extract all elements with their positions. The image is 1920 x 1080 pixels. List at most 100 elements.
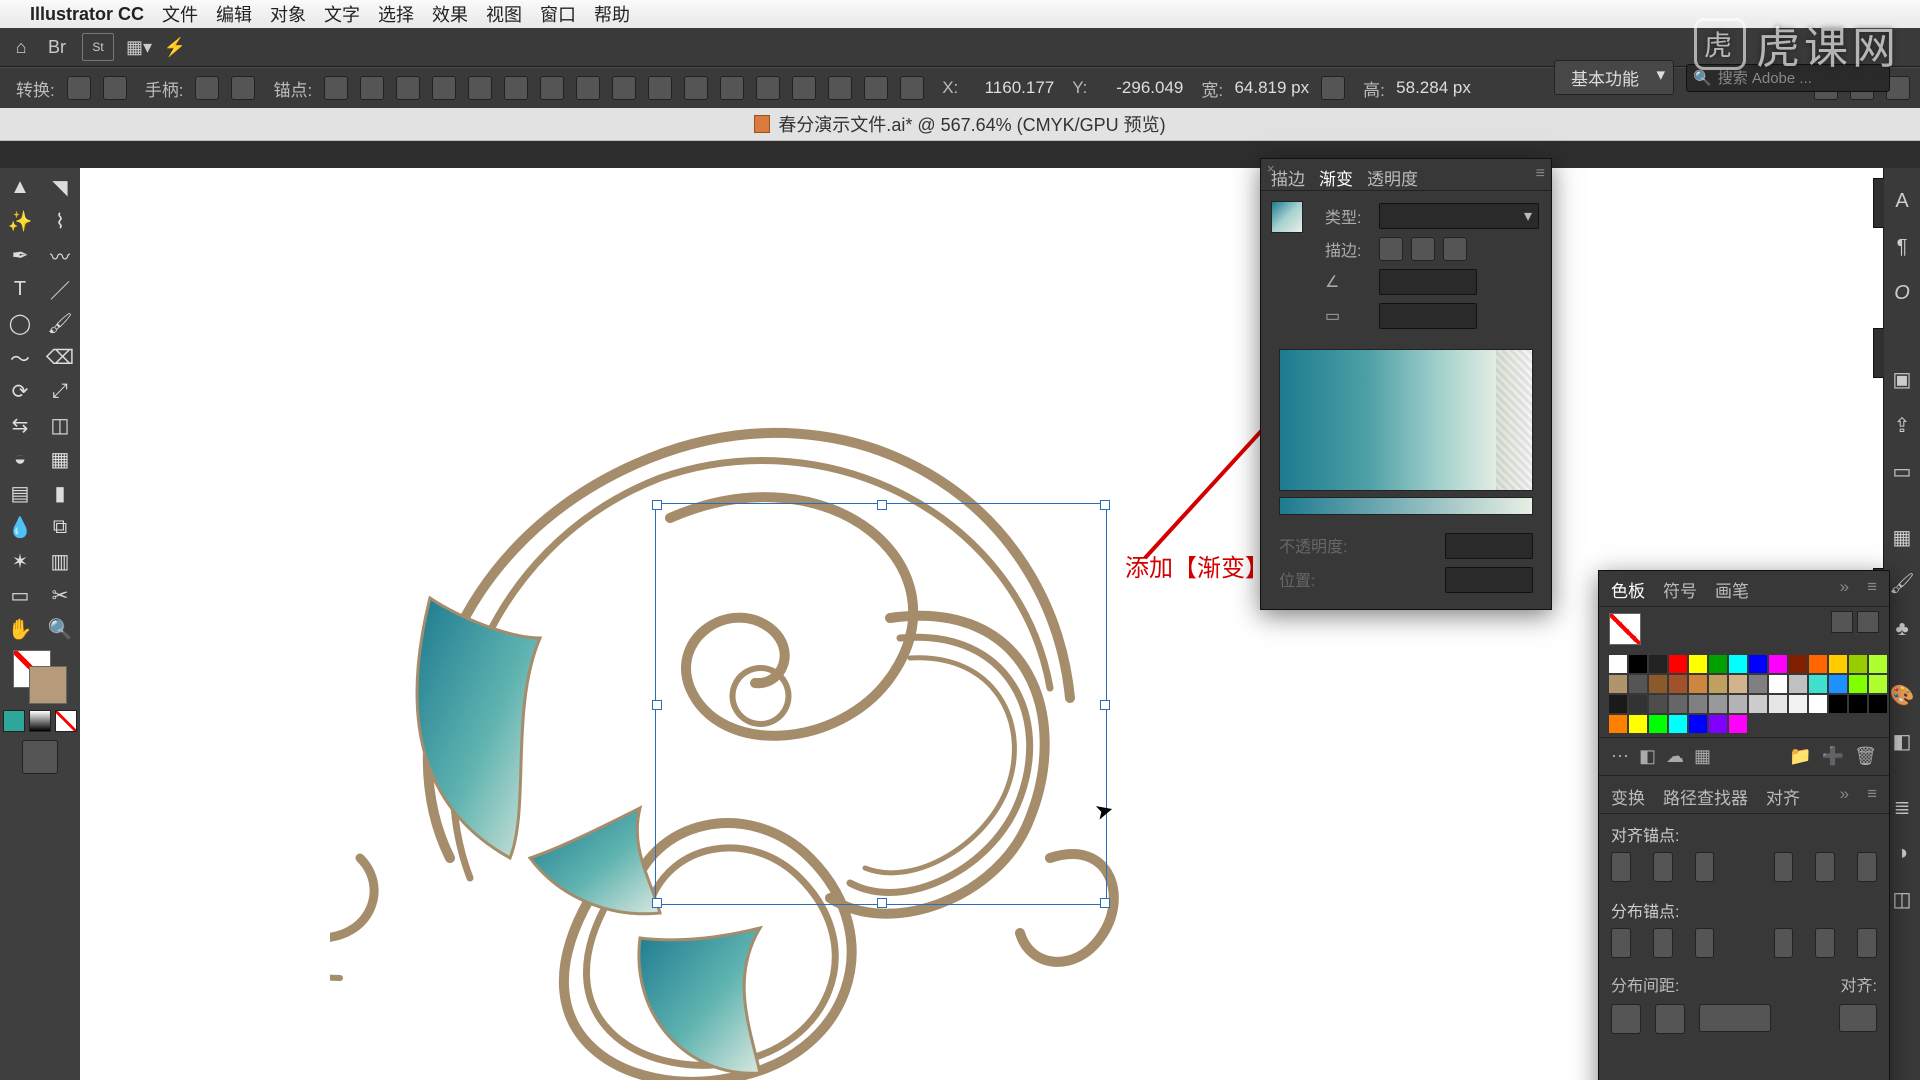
swatch-color[interactable] bbox=[1689, 695, 1707, 713]
swatches-expand-icon[interactable]: » bbox=[1840, 577, 1849, 602]
brush-tool-icon[interactable]: 🖌 bbox=[42, 308, 78, 338]
swatch-color[interactable] bbox=[1629, 675, 1647, 693]
eraser-tool-icon[interactable]: ⌫ bbox=[42, 342, 78, 372]
gradient-preview-large[interactable] bbox=[1279, 349, 1533, 491]
zoom-tool-icon[interactable]: 🔍 bbox=[42, 614, 78, 644]
swatch-color[interactable] bbox=[1609, 675, 1627, 693]
gradient-location-input[interactable] bbox=[1445, 567, 1533, 593]
width-tool-icon[interactable]: ⇆ bbox=[2, 410, 38, 440]
graphic-styles-dock-icon[interactable]: ◫ bbox=[1889, 886, 1915, 912]
swatch-color[interactable] bbox=[1849, 675, 1867, 693]
swatch-color[interactable] bbox=[1769, 695, 1787, 713]
align-menu-icon[interactable]: ≡ bbox=[1867, 784, 1877, 809]
swatch-color[interactable] bbox=[1649, 655, 1667, 673]
swatch-color[interactable] bbox=[1609, 655, 1627, 673]
brushes-dock-icon[interactable]: 🖌 bbox=[1889, 570, 1915, 596]
swatch-color[interactable] bbox=[1729, 715, 1747, 733]
swatch-color[interactable] bbox=[1869, 695, 1887, 713]
pixel-grid-icon[interactable] bbox=[432, 76, 456, 100]
line-tool-icon[interactable]: ／ bbox=[42, 274, 78, 304]
align-m-icon[interactable] bbox=[612, 76, 636, 100]
opentype-panel-icon[interactable]: O bbox=[1889, 280, 1915, 306]
swatch-color[interactable] bbox=[1709, 715, 1727, 733]
dist-space-value[interactable] bbox=[1699, 1004, 1771, 1032]
swatch-color[interactable] bbox=[1709, 655, 1727, 673]
gradient-angle-input[interactable] bbox=[1379, 269, 1477, 295]
color-dock-icon[interactable]: 🎨 bbox=[1889, 682, 1915, 708]
handle1-icon[interactable] bbox=[195, 76, 219, 100]
artboards-panel-icon[interactable]: ▭ bbox=[1889, 458, 1915, 484]
align-hcenter-icon[interactable] bbox=[1653, 852, 1673, 882]
swatch-color[interactable] bbox=[1829, 655, 1847, 673]
selection-tool-icon[interactable]: ▲ bbox=[2, 172, 38, 202]
swatch-color[interactable] bbox=[1629, 695, 1647, 713]
curvature-tool-icon[interactable]: 〰 bbox=[42, 240, 78, 270]
gradient-preview-swatch[interactable] bbox=[1271, 201, 1303, 233]
tab-symbols[interactable]: 符号 bbox=[1663, 577, 1697, 602]
swatch-color[interactable] bbox=[1669, 695, 1687, 713]
gradient-aspect-input[interactable] bbox=[1379, 303, 1477, 329]
swatch-color[interactable] bbox=[1709, 675, 1727, 693]
swatch-color[interactable] bbox=[1689, 675, 1707, 693]
gradient-tool-icon[interactable]: ▮ bbox=[42, 478, 78, 508]
swatch-color[interactable] bbox=[1669, 715, 1687, 733]
swatch-none[interactable] bbox=[55, 710, 77, 732]
y-value[interactable]: -296.049 bbox=[1093, 78, 1183, 98]
color-guide-dock-icon[interactable]: ◧ bbox=[1889, 728, 1915, 754]
swatch-color[interactable] bbox=[1669, 655, 1687, 673]
menu-select[interactable]: 选择 bbox=[378, 1, 414, 27]
dist-h3-icon[interactable] bbox=[756, 76, 780, 100]
swatch-new-icon[interactable]: ➕ bbox=[1822, 746, 1844, 767]
swatch-color[interactable] bbox=[1809, 675, 1827, 693]
screen-mode-icon[interactable] bbox=[22, 740, 58, 774]
swatch-color[interactable] bbox=[1729, 695, 1747, 713]
swatch-color[interactable] bbox=[1869, 675, 1887, 693]
stroke-along-icon[interactable] bbox=[1411, 237, 1435, 261]
convert-anchor-icon[interactable] bbox=[67, 76, 91, 100]
swatch-color[interactable] bbox=[1629, 715, 1647, 733]
direct-selection-tool-icon[interactable]: ◥ bbox=[42, 172, 78, 202]
align-top-icon[interactable] bbox=[1774, 852, 1794, 882]
home-icon[interactable]: ⌂ bbox=[10, 36, 32, 58]
lasso-tool-icon[interactable]: ⌇ bbox=[42, 206, 78, 236]
tab-align[interactable]: 对齐 bbox=[1766, 784, 1800, 809]
convert-anchor2-icon[interactable] bbox=[103, 76, 127, 100]
menu-window[interactable]: 窗口 bbox=[540, 1, 576, 27]
swatch-color[interactable] bbox=[1869, 655, 1887, 673]
swatch-color[interactable] bbox=[1649, 675, 1667, 693]
handle2-icon[interactable] bbox=[231, 76, 255, 100]
panel-collapse-icon[interactable]: × bbox=[1267, 161, 1275, 176]
menu-view[interactable]: 视图 bbox=[486, 1, 522, 27]
dist-space-v-icon[interactable] bbox=[1611, 1004, 1641, 1034]
tab-transform[interactable]: 变换 bbox=[1611, 784, 1645, 809]
align-r-icon[interactable] bbox=[540, 76, 564, 100]
swatch-color[interactable] bbox=[1729, 655, 1747, 673]
shaper-tool-icon[interactable]: 〜 bbox=[2, 342, 38, 372]
dist-left-icon[interactable] bbox=[1774, 928, 1794, 958]
paragraph-panel-icon[interactable]: ¶ bbox=[1889, 234, 1915, 260]
dist-v3-icon[interactable] bbox=[864, 76, 888, 100]
swatch-color[interactable] bbox=[1809, 695, 1827, 713]
symbol-sprayer-tool-icon[interactable]: ✶ bbox=[2, 546, 38, 576]
swatch-color[interactable] bbox=[1749, 695, 1767, 713]
stroke-within-icon[interactable] bbox=[1379, 237, 1403, 261]
align-c-icon[interactable] bbox=[504, 76, 528, 100]
align-vcenter-icon[interactable] bbox=[1815, 852, 1835, 882]
swatch-kind-icon[interactable]: ◧ bbox=[1639, 746, 1656, 767]
align-bottom-icon[interactable] bbox=[1857, 852, 1877, 882]
swatch-color[interactable] bbox=[1689, 655, 1707, 673]
swatch-color[interactable] bbox=[1749, 655, 1767, 673]
swatch-color[interactable] bbox=[1629, 655, 1647, 673]
dist-vcenter-icon[interactable] bbox=[1653, 928, 1673, 958]
swatch-color[interactable] bbox=[1689, 715, 1707, 733]
swatch-color[interactable] bbox=[1749, 675, 1767, 693]
swatch-teal[interactable] bbox=[3, 710, 25, 732]
swatch-delete-icon[interactable]: 🗑 bbox=[1854, 746, 1877, 767]
workspace-dropdown[interactable]: 基本功能 bbox=[1554, 60, 1674, 95]
x-value[interactable]: 1160.177 bbox=[964, 78, 1054, 98]
bridge-icon[interactable]: Br bbox=[46, 36, 68, 58]
magic-wand-tool-icon[interactable]: ✨ bbox=[2, 206, 38, 236]
anchor-join-icon[interactable] bbox=[396, 76, 420, 100]
dist-space-h-icon[interactable] bbox=[1655, 1004, 1685, 1034]
swatch-libraries-icon[interactable]: ⋯ bbox=[1611, 746, 1629, 767]
